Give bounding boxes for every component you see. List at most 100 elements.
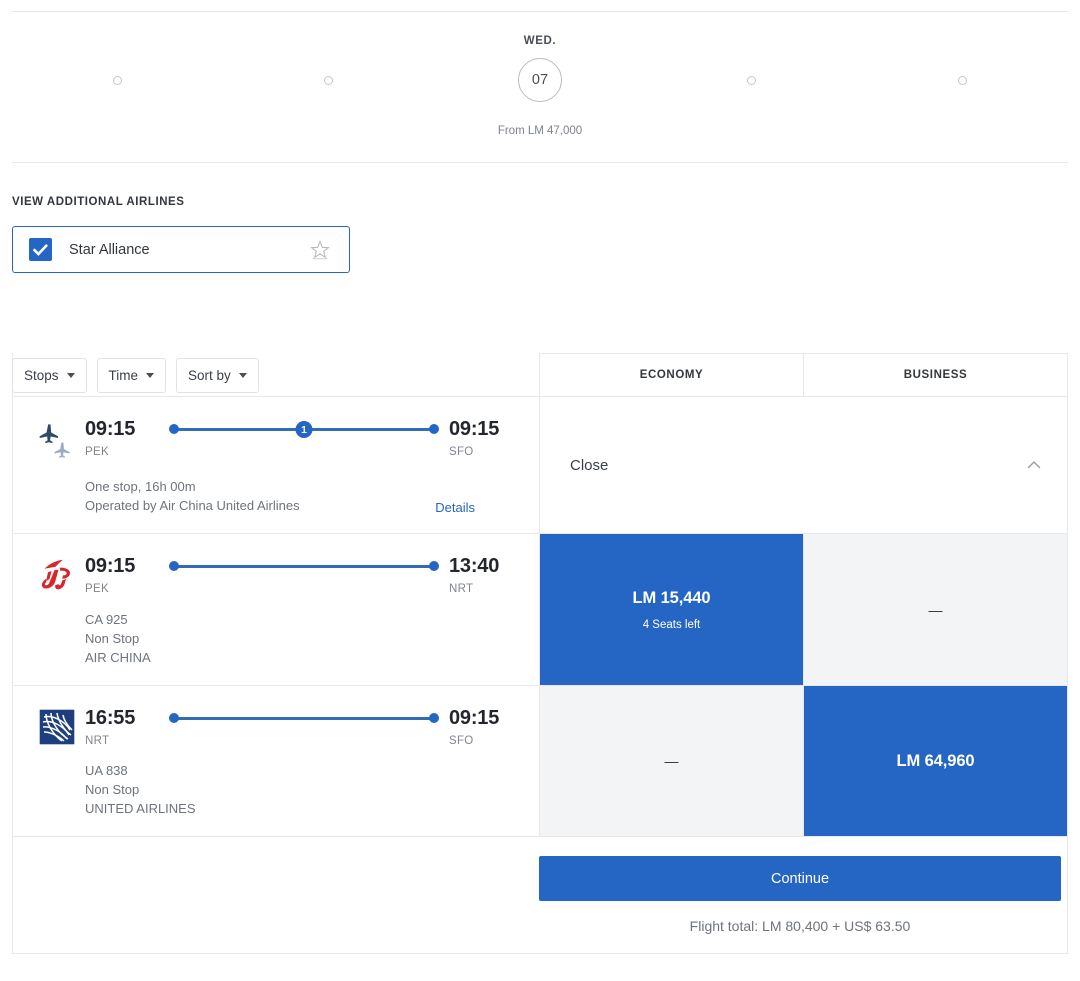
- flight-segment-row: 16:55 NRT 09:15 SFO UA 838 Non Stop UNIT…: [13, 686, 1067, 837]
- segment-flight-number: UA 838: [85, 763, 128, 778]
- summary-arrive-time: 09:15: [449, 418, 500, 440]
- details-link[interactable]: Details: [435, 500, 523, 515]
- route-start-dot-icon: [169, 561, 179, 571]
- sort-by-filter-button[interactable]: Sort by: [176, 358, 259, 393]
- date-cell-selected[interactable]: WED. 07 From LM 47,000: [434, 22, 645, 137]
- fare-cell-business[interactable]: —: [803, 534, 1067, 685]
- summary-route-line: 1: [165, 417, 443, 441]
- flight-total-label: Flight total: LM 80,400 + US$ 63.50: [689, 918, 911, 934]
- date-selector-strip: WED. 07 From LM 47,000: [12, 22, 1068, 162]
- segment-stops: Non Stop: [85, 631, 140, 646]
- summary-duration: One stop, 16h 00m: [85, 479, 196, 494]
- itinerary-summary-row: 09:15 PEK 1 09:15 SFO One stop, 16h 00m …: [13, 397, 1067, 534]
- summary-operator: Operated by Air China United Airlines: [85, 498, 300, 513]
- segment-top: 16:55 NRT 09:15 SFO: [29, 706, 523, 747]
- route-end-dot-icon: [429, 424, 439, 434]
- date-marker: [957, 57, 967, 103]
- summary-arrive-code: SFO: [449, 446, 474, 458]
- summary-arrive-block: 09:15 SFO: [449, 417, 523, 458]
- segment-arrive-code: SFO: [449, 735, 474, 747]
- column-header-business: BUSINESS: [803, 353, 1067, 396]
- date-dot-icon: [113, 75, 123, 85]
- date-dot-icon: [324, 75, 334, 85]
- segment-meta: CA 925 Non Stop AIR CHINA: [29, 610, 523, 667]
- segment-arrive-time: 09:15: [449, 707, 500, 729]
- segment-airline-name: AIR CHINA: [85, 650, 151, 665]
- summary-segment-top: 09:15 PEK 1 09:15 SFO: [29, 417, 523, 463]
- route-start-dot-icon: [169, 713, 179, 723]
- time-filter-label: Time: [108, 368, 139, 383]
- segment-meta-lines: UA 838 Non Stop UNITED AIRLINES: [85, 761, 523, 818]
- results-footer: Continue Flight total: LM 80,400 + US$ 6…: [13, 837, 1067, 953]
- sort-by-filter-label: Sort by: [188, 368, 231, 383]
- two-planes-icon: [29, 417, 85, 463]
- date-cell-4[interactable]: [646, 22, 857, 125]
- close-label: Close: [570, 456, 609, 474]
- segment-depart-time: 09:15: [85, 555, 136, 577]
- date-dow: WED.: [523, 35, 557, 47]
- date-dot-icon: [957, 75, 967, 85]
- star-alliance-checkbox[interactable]: [29, 238, 52, 261]
- segment-top: 09:15 PEK 13:40 NRT: [29, 554, 523, 596]
- fare-cell-business[interactable]: LM 64,960: [803, 686, 1067, 836]
- additional-airlines-title: VIEW ADDITIONAL AIRLINES: [12, 196, 185, 208]
- chevron-down-icon: [66, 373, 75, 378]
- fare-cell-economy[interactable]: LM 15,440 4 Seats left: [539, 534, 803, 685]
- fare-unavailable: —: [928, 601, 943, 618]
- date-marker: [746, 57, 756, 103]
- column-header-economy: ECONOMY: [539, 353, 803, 396]
- chevron-down-icon: [238, 373, 247, 378]
- date-marker: [324, 57, 334, 103]
- segment-depart-code: NRT: [85, 735, 110, 747]
- time-filter-button[interactable]: Time: [96, 358, 167, 393]
- star-alliance-option[interactable]: Star Alliance: [12, 226, 350, 273]
- stops-filter-button[interactable]: Stops: [12, 358, 87, 393]
- segment-arrive-block: 09:15 SFO: [449, 706, 523, 747]
- fare-price: LM 15,440: [632, 588, 711, 607]
- segment-arrive-code: NRT: [449, 583, 474, 595]
- fare-cell-economy[interactable]: —: [539, 686, 803, 836]
- filter-toolbar: Stops Time Sort by: [12, 358, 259, 393]
- itinerary-summary-info: 09:15 PEK 1 09:15 SFO One stop, 16h 00m …: [13, 397, 539, 533]
- star-alliance-label: Star Alliance: [69, 241, 150, 258]
- star-alliance-logo-icon: [305, 236, 335, 264]
- air-china-logo-icon: [29, 554, 85, 596]
- segment-info: 16:55 NRT 09:15 SFO UA 838 Non Stop UNIT…: [13, 686, 539, 836]
- date-day-number: 07: [518, 58, 562, 102]
- route-stop-badge: 1: [295, 421, 313, 438]
- fare-price: LM 64,960: [896, 751, 975, 770]
- chevron-up-icon[interactable]: [1025, 456, 1043, 474]
- fare-unavailable: —: [664, 753, 679, 769]
- chevron-down-icon: [146, 373, 155, 378]
- close-expanded-cell[interactable]: Close: [539, 397, 1067, 533]
- date-cell-5[interactable]: [857, 22, 1068, 125]
- footer-actions: Continue Flight total: LM 80,400 + US$ 6…: [539, 837, 1077, 953]
- segment-depart-code: PEK: [85, 583, 109, 595]
- section-divider: [12, 162, 1068, 163]
- segment-airline-name: UNITED AIRLINES: [85, 801, 196, 816]
- flight-segment-row: 09:15 PEK 13:40 NRT CA 925 Non Stop AIR …: [13, 534, 1067, 686]
- date-marker: 07: [518, 57, 562, 103]
- route-track: [173, 565, 435, 568]
- continue-button[interactable]: Continue: [539, 856, 1061, 901]
- route-end-dot-icon: [429, 561, 439, 571]
- flight-results-page: WED. 07 From LM 47,000 VIEW ADDITIONAL A…: [0, 0, 1080, 981]
- flight-results-table: ECONOMY BUSINESS 09:15 PEK 1 09:15 SFO O…: [12, 353, 1068, 954]
- summary-meta-lines: One stop, 16h 00m Operated by Air China …: [85, 477, 435, 515]
- segment-flight-number: CA 925: [85, 612, 128, 627]
- segment-meta: UA 838 Non Stop UNITED AIRLINES: [29, 761, 523, 818]
- date-marker: [113, 57, 123, 103]
- segment-depart-block: 09:15 PEK: [85, 554, 159, 595]
- segment-depart-time: 16:55: [85, 707, 136, 729]
- segment-arrive-block: 13:40 NRT: [449, 554, 523, 595]
- summary-meta: One stop, 16h 00m Operated by Air China …: [29, 477, 523, 515]
- summary-depart-code: PEK: [85, 446, 109, 458]
- date-price: From LM 47,000: [497, 125, 583, 137]
- summary-depart-time: 09:15: [85, 418, 136, 440]
- segment-info: 09:15 PEK 13:40 NRT CA 925 Non Stop AIR …: [13, 534, 539, 685]
- segment-meta-lines: CA 925 Non Stop AIR CHINA: [85, 610, 523, 667]
- date-cell-1[interactable]: [12, 22, 223, 125]
- date-cell-2[interactable]: [223, 22, 434, 125]
- segment-fare-cells: LM 15,440 4 Seats left —: [539, 534, 1067, 685]
- footer-spacer: [13, 837, 539, 953]
